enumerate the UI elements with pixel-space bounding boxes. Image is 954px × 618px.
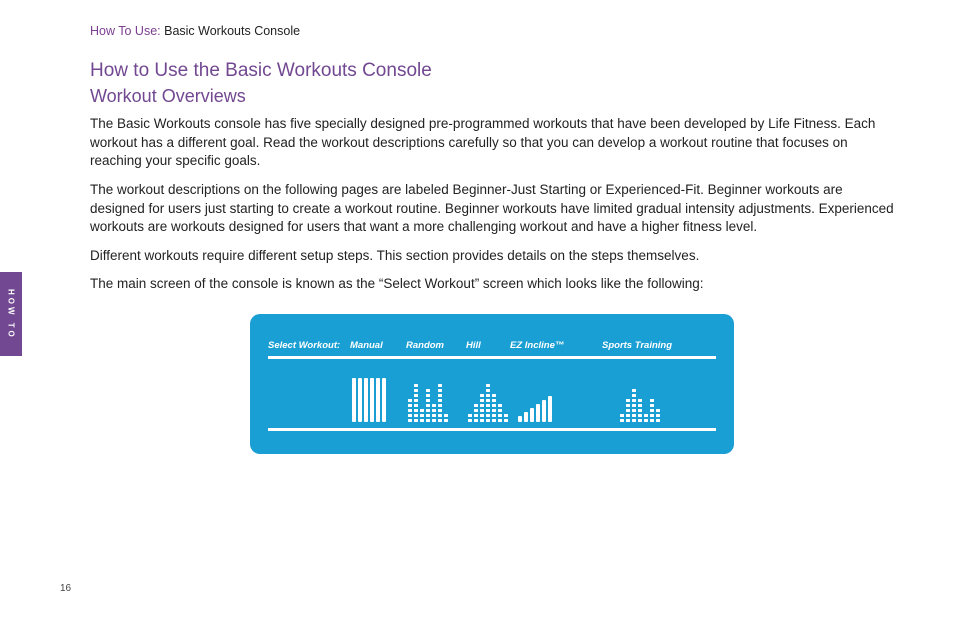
console-divider-top xyxy=(268,356,716,359)
paragraph-intro: The Basic Workouts console has five spec… xyxy=(90,115,894,171)
page-title: How to Use the Basic Workouts Console xyxy=(90,60,894,82)
console-icons-row xyxy=(268,364,716,422)
paragraph-screen: The main screen of the console is known … xyxy=(90,275,894,294)
page-number: 16 xyxy=(60,583,71,594)
workout-icon-ez-incline xyxy=(518,396,568,422)
breadcrumb-current: Basic Workouts Console xyxy=(161,24,300,38)
paragraph-setup: Different workouts require different set… xyxy=(90,247,894,266)
workout-icon-random xyxy=(408,384,454,422)
console-label-ez: EZ Incline™ xyxy=(510,340,602,351)
console-label-sports: Sports Training xyxy=(602,340,716,351)
console-label-random: Random xyxy=(406,340,466,351)
document-page: How To Use: Basic Workouts Console How t… xyxy=(0,0,954,454)
breadcrumb: How To Use: Basic Workouts Console xyxy=(90,24,894,38)
console-divider-bottom xyxy=(268,428,716,431)
console-label-row: Select Workout: Manual Random Hill EZ In… xyxy=(268,340,716,351)
paragraph-levels: The workout descriptions on the followin… xyxy=(90,181,894,237)
console-label-hill: Hill xyxy=(466,340,510,351)
breadcrumb-prefix: How To Use: xyxy=(90,24,161,38)
workout-icon-manual xyxy=(352,378,392,422)
console-label-manual: Manual xyxy=(350,340,406,351)
page-subtitle: Workout Overviews xyxy=(90,86,894,107)
side-tab-label: HOW TO xyxy=(7,289,16,340)
console-label-select: Select Workout: xyxy=(268,340,350,351)
workout-icon-sports-training xyxy=(620,389,676,422)
side-tab-how-to: HOW TO xyxy=(0,272,22,356)
console-select-workout-screen: Select Workout: Manual Random Hill EZ In… xyxy=(250,314,734,454)
workout-icon-hill xyxy=(468,384,514,422)
